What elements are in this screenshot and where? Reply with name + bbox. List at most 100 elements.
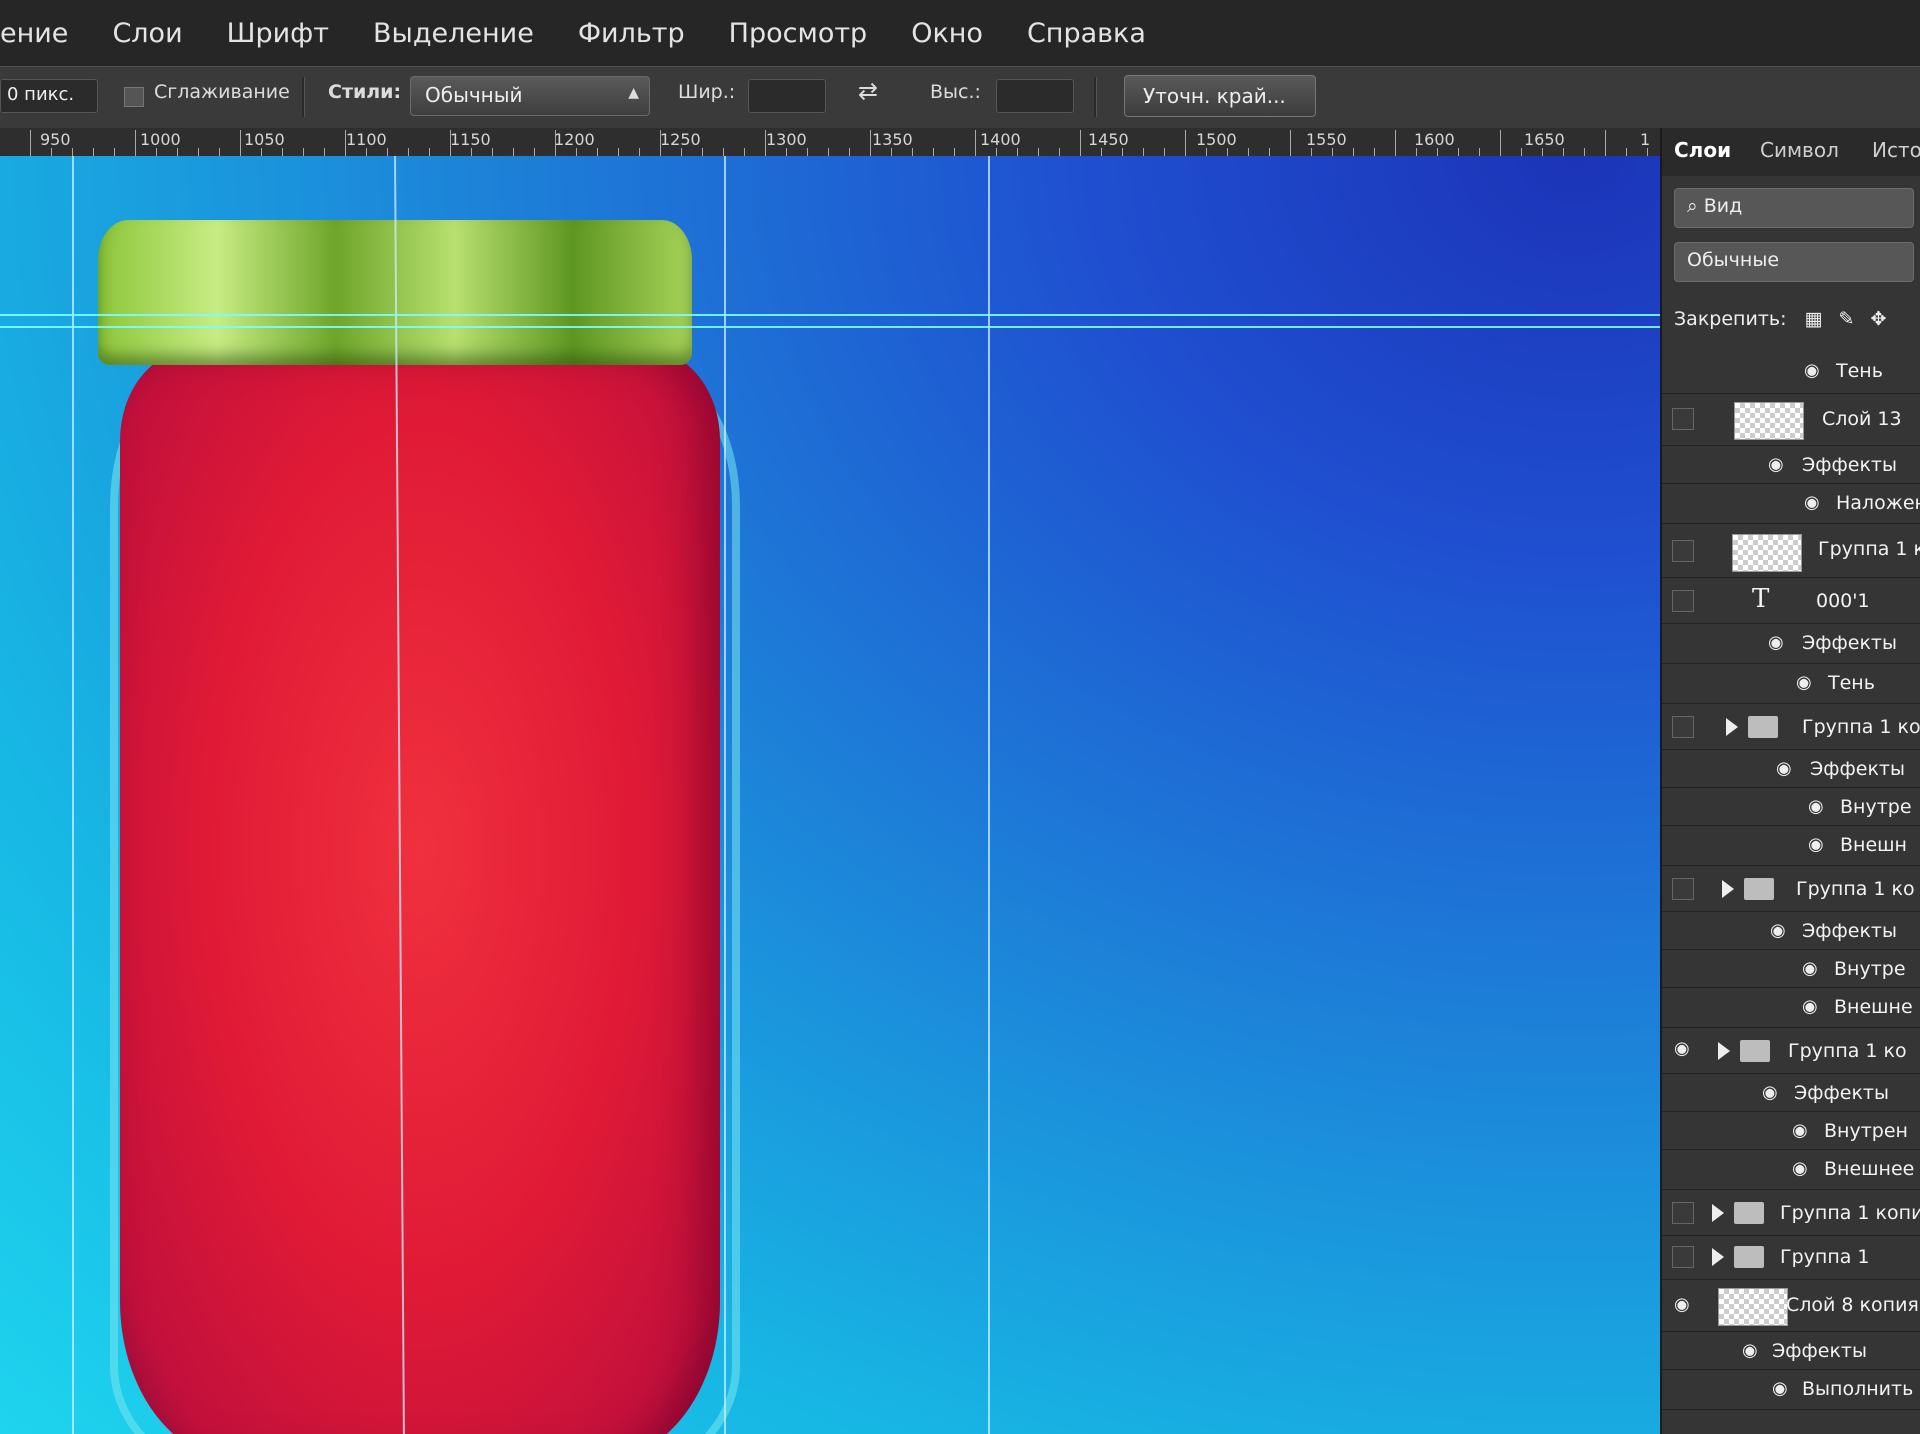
visibility-toggle[interactable] <box>1672 878 1694 900</box>
layer-effect-row[interactable]: ◉ Наложен <box>1662 484 1920 524</box>
guide-vertical[interactable] <box>988 156 990 1434</box>
swap-icon[interactable]: ⇄ <box>858 77 878 105</box>
eye-icon[interactable]: ◉ <box>1768 454 1784 475</box>
eye-icon[interactable]: ◉ <box>1808 834 1824 855</box>
layer-effect-row[interactable]: ◉ Эффекты <box>1662 446 1920 484</box>
blend-mode-select[interactable]: Обычные <box>1674 242 1914 282</box>
antialias-checkbox[interactable] <box>124 87 144 107</box>
layer-effect-row[interactable]: ◉ Внутре <box>1662 788 1920 826</box>
visibility-toggle[interactable] <box>1672 716 1694 738</box>
layer-row[interactable]: Слой 13 <box>1662 394 1920 446</box>
layer-effect-row[interactable]: ◉ Эффекты <box>1662 1332 1920 1370</box>
tab-history[interactable]: Исто <box>1872 138 1920 162</box>
layer-effect-row[interactable]: ◉ Тень <box>1662 664 1920 704</box>
eye-icon[interactable]: ◉ <box>1742 1340 1758 1361</box>
expand-icon[interactable] <box>1726 718 1738 736</box>
folder-icon <box>1744 878 1774 900</box>
ruler-tick <box>723 148 724 156</box>
expand-icon[interactable] <box>1712 1204 1724 1222</box>
menu-layers[interactable]: Слои <box>112 18 182 49</box>
layer-row[interactable]: T 000'1 <box>1662 578 1920 624</box>
layer-effect-row[interactable]: ◉ Эффекты <box>1662 750 1920 788</box>
guide-horizontal[interactable] <box>0 314 1660 316</box>
ruler-label: 1500 <box>1196 130 1237 149</box>
group-row[interactable]: Группа 1 ко <box>1662 866 1920 912</box>
guide-horizontal[interactable] <box>0 326 1660 328</box>
lock-move-icon[interactable]: ✥ <box>1871 308 1887 330</box>
expand-icon[interactable] <box>1722 880 1734 898</box>
expand-icon[interactable] <box>1712 1248 1724 1266</box>
tab-character[interactable]: Символ <box>1760 138 1839 162</box>
menu-filter[interactable]: Фильтр <box>578 18 685 49</box>
layer-name: Наложен <box>1836 492 1920 514</box>
visibility-toggle[interactable] <box>1672 1202 1694 1224</box>
lock-brush-icon[interactable]: ✎ <box>1839 308 1855 330</box>
feather-field[interactable]: 0 пикс. <box>0 79 98 113</box>
width-field[interactable] <box>748 79 826 113</box>
ruler-label: 1050 <box>244 130 285 149</box>
layer-effect-row[interactable]: ◉ Выполнить <box>1662 1370 1920 1410</box>
layer-effect-row[interactable]: ◉ Внутрен <box>1662 1112 1920 1150</box>
eye-icon[interactable]: ◉ <box>1762 1082 1778 1103</box>
eye-icon[interactable]: ◉ <box>1796 672 1812 693</box>
layer-effect-row[interactable]: ◉ Эффекты <box>1662 1074 1920 1112</box>
menu-help[interactable]: Справка <box>1027 18 1146 49</box>
eye-icon[interactable]: ◉ <box>1674 1038 1690 1059</box>
guide-vertical[interactable] <box>72 156 74 1434</box>
menu-edit[interactable]: ение <box>0 18 68 49</box>
eye-icon[interactable]: ◉ <box>1792 1120 1808 1141</box>
guide-vertical[interactable] <box>724 156 726 1434</box>
layer-effect-row[interactable]: ◉ Внешне <box>1662 988 1920 1028</box>
style-select[interactable]: Обычный ▲ <box>410 76 650 116</box>
menu-type[interactable]: Шрифт <box>227 18 329 49</box>
layer-name: Эффекты <box>1802 920 1897 942</box>
group-row[interactable]: Группа 1 копи <box>1662 1190 1920 1236</box>
height-field[interactable] <box>996 79 1074 113</box>
menu-view[interactable]: Просмотр <box>729 18 868 49</box>
group-row[interactable]: ◉ Группа 1 ко <box>1662 1028 1920 1074</box>
ruler-tick <box>1164 148 1165 156</box>
layer-effect-row[interactable]: ◉ Внешн <box>1662 826 1920 866</box>
eye-icon[interactable]: ◉ <box>1770 920 1786 941</box>
visibility-toggle[interactable] <box>1672 590 1694 612</box>
layer-row[interactable]: ◉ Слой 8 копия <box>1662 1280 1920 1332</box>
ruler-tick <box>30 130 31 156</box>
menu-window[interactable]: Окно <box>911 18 983 49</box>
eye-icon[interactable]: ◉ <box>1804 492 1820 513</box>
layer-name: Выполнить <box>1802 1378 1914 1400</box>
layer-effect-row[interactable]: ◉ Тень <box>1662 350 1920 394</box>
group-row[interactable]: Группа 1 ко <box>1662 704 1920 750</box>
layer-name: Эффекты <box>1802 454 1897 476</box>
expand-icon[interactable] <box>1718 1042 1730 1060</box>
eye-icon[interactable]: ◉ <box>1792 1158 1808 1179</box>
visibility-toggle[interactable] <box>1672 408 1694 430</box>
eye-icon[interactable]: ◉ <box>1674 1294 1690 1315</box>
eye-icon[interactable]: ◉ <box>1802 996 1818 1017</box>
eye-icon[interactable]: ◉ <box>1772 1378 1788 1399</box>
folder-icon <box>1740 1040 1770 1062</box>
visibility-toggle[interactable] <box>1672 1246 1694 1268</box>
eye-icon[interactable]: ◉ <box>1776 758 1792 779</box>
eye-icon[interactable]: ◉ <box>1804 360 1820 381</box>
ruler-tick <box>891 148 892 156</box>
document-canvas[interactable] <box>0 156 1660 1434</box>
layer-name: Внутре <box>1840 796 1912 818</box>
lock-transparency-icon[interactable]: ▦ <box>1805 308 1823 330</box>
layer-filter-select[interactable]: ⌕ Вид <box>1674 188 1914 228</box>
eye-icon[interactable]: ◉ <box>1768 632 1784 653</box>
visibility-toggle[interactable] <box>1672 540 1694 562</box>
eye-icon[interactable]: ◉ <box>1808 796 1824 817</box>
refine-edge-button[interactable]: Уточн. край... <box>1124 75 1316 117</box>
layer-effect-row[interactable]: ◉ Эффекты <box>1662 624 1920 664</box>
ruler-tick <box>408 148 409 156</box>
eye-icon[interactable]: ◉ <box>1802 958 1818 979</box>
layer-row[interactable]: Группа 1 к <box>1662 524 1920 578</box>
ruler-tick <box>1017 148 1018 156</box>
layer-effect-row[interactable]: ◉ Внутре <box>1662 950 1920 988</box>
ruler-tick <box>954 148 955 156</box>
menu-select[interactable]: Выделение <box>373 18 534 49</box>
tab-layers[interactable]: Слои <box>1674 138 1731 162</box>
layer-effect-row[interactable]: ◉ Эффекты <box>1662 912 1920 950</box>
layer-effect-row[interactable]: ◉ Внешнее <box>1662 1150 1920 1190</box>
group-row[interactable]: Группа 1 <box>1662 1236 1920 1280</box>
